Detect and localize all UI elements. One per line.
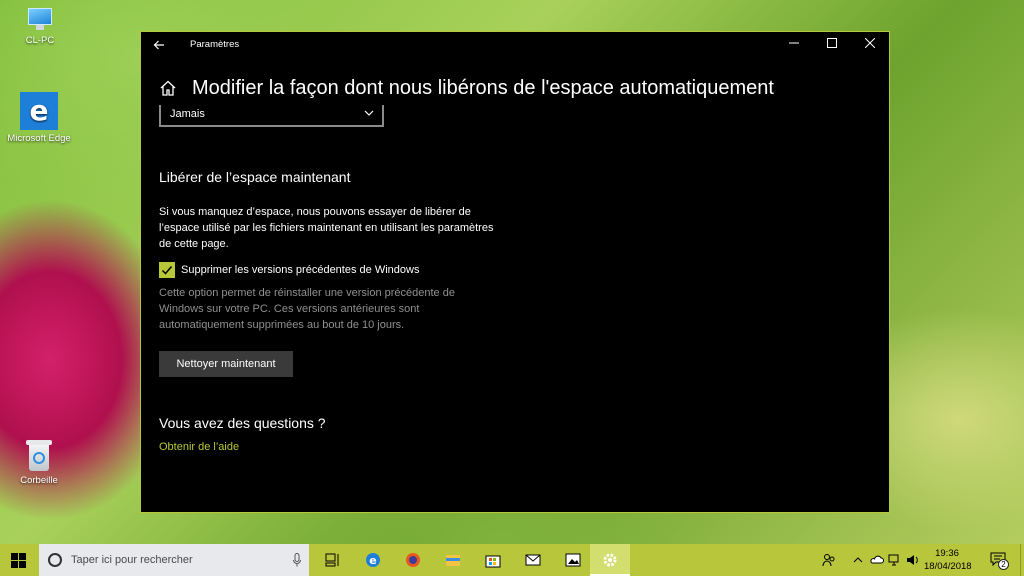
network-icon[interactable]	[888, 553, 902, 567]
taskbar: Taper ici pour rechercher e 19:36 18/04/…	[0, 544, 1024, 576]
desktop-icon-label: Microsoft Edge	[7, 133, 71, 144]
taskbar-mail[interactable]	[513, 544, 553, 576]
maximize-icon	[827, 38, 837, 48]
minimize-icon	[789, 42, 799, 44]
task-view-icon	[325, 553, 339, 567]
recycle-bin-icon	[26, 440, 52, 472]
show-desktop-button[interactable]	[1020, 544, 1024, 576]
taskbar-settings[interactable]	[590, 544, 630, 576]
clock-date: 18/04/2018	[924, 561, 972, 572]
taskbar-photos[interactable]	[553, 544, 593, 576]
task-view-button[interactable]	[313, 544, 353, 576]
close-button[interactable]	[851, 32, 889, 58]
back-button[interactable]	[149, 35, 169, 55]
checkbox[interactable]	[159, 262, 175, 278]
desktop-icon-label: Corbeille	[20, 475, 58, 486]
frequency-dropdown[interactable]: Jamais	[159, 105, 384, 127]
get-help-link[interactable]: Obtenir de l’aide	[159, 441, 239, 453]
minimize-button[interactable]	[775, 32, 813, 58]
photos-icon	[565, 553, 581, 567]
back-arrow-icon	[153, 40, 164, 50]
checkmark-icon	[161, 266, 173, 275]
title-bar[interactable]: Paramètres	[141, 32, 889, 58]
chevron-up-icon[interactable]	[851, 553, 865, 567]
clean-now-button[interactable]: Nettoyer maintenant	[159, 351, 293, 377]
settings-icon	[603, 553, 617, 567]
desktop-icon-cl-pc[interactable]: CL-PC	[5, 8, 75, 46]
close-icon	[864, 37, 876, 49]
cortana-icon	[48, 553, 62, 567]
taskbar-store[interactable]	[473, 544, 513, 576]
clock-time: 19:36	[935, 548, 959, 559]
dropdown-value: Jamais	[170, 108, 205, 120]
store-icon	[485, 555, 501, 568]
page-title: Modifier la façon dont nous libérons de …	[192, 77, 774, 99]
windows-logo-icon	[11, 553, 26, 568]
settings-window: Paramètres Modifier la façon dont nous l…	[140, 31, 890, 513]
clock[interactable]: 19:36 18/04/2018	[924, 547, 972, 573]
search-box[interactable]: Taper ici pour rechercher	[39, 544, 309, 576]
taskbar-file-explorer[interactable]	[433, 544, 473, 576]
file-explorer-icon	[446, 555, 460, 566]
section-description: Si vous manquez d’espace, nous pouvons e…	[159, 206, 494, 250]
edge-icon: e	[366, 553, 380, 567]
svg-text:e: e	[369, 554, 376, 567]
checkbox-label: Supprimer les versions précédentes de Wi…	[181, 264, 420, 276]
window-title: Paramètres	[190, 39, 240, 50]
questions-title: Vous avez des questions ?	[159, 415, 326, 431]
edge-icon: e	[20, 92, 58, 130]
computer-icon	[26, 8, 54, 32]
start-button[interactable]	[0, 544, 38, 576]
chevron-down-icon	[364, 110, 374, 116]
microphone-icon[interactable]	[293, 553, 301, 567]
delete-previous-windows-option[interactable]: Supprimer les versions précédentes de Wi…	[159, 261, 419, 279]
search-placeholder: Taper ici pour rechercher	[71, 554, 193, 566]
volume-icon[interactable]	[906, 553, 920, 567]
maximize-button[interactable]	[813, 32, 851, 58]
mail-icon	[525, 554, 541, 566]
notification-count-badge: 2	[998, 559, 1009, 570]
people-icon[interactable]	[822, 553, 836, 567]
option-hint: Cette option permet de réinstaller une v…	[159, 287, 455, 331]
taskbar-edge[interactable]: e	[353, 544, 393, 576]
desktop-icon-microsoft-edge[interactable]: e Microsoft Edge	[4, 92, 74, 144]
desktop-icon-corbeille[interactable]: Corbeille	[4, 440, 74, 486]
onedrive-icon[interactable]	[870, 553, 884, 567]
firefox-icon	[406, 553, 420, 567]
desktop-icon-label: CL-PC	[25, 35, 55, 46]
taskbar-firefox[interactable]	[393, 544, 433, 576]
home-icon[interactable]	[159, 79, 177, 97]
section-title: Libérer de l’espace maintenant	[159, 169, 351, 185]
